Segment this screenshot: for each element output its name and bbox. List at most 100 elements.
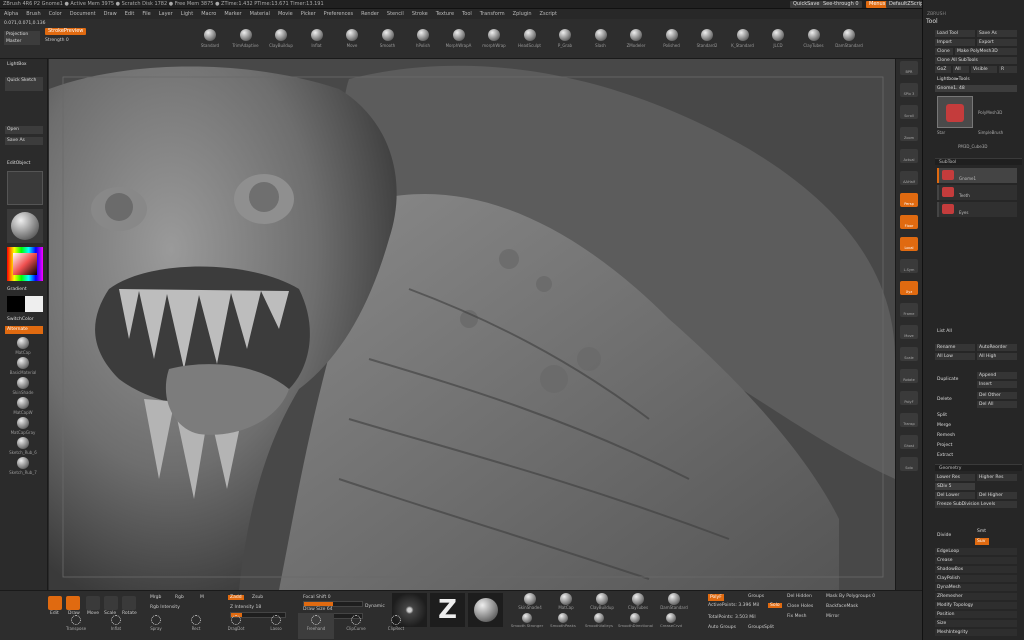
suv-toggle[interactable]: Suv: [975, 538, 989, 545]
lower-res-button[interactable]: Lower Res: [935, 474, 975, 481]
brush-smooth[interactable]: Smooth: [374, 29, 402, 48]
scale-mode-button[interactable]: [104, 596, 118, 610]
menu-item-draw[interactable]: Draw: [100, 9, 121, 19]
stroke-preview-button[interactable]: StrokePreview: [45, 28, 87, 35]
del-other-button[interactable]: Del Other: [977, 392, 1017, 399]
menu-item-transform[interactable]: Transform: [476, 9, 509, 19]
delete-button[interactable]: Delete: [935, 396, 975, 403]
nav-transp[interactable]: Transp: [900, 413, 918, 427]
menu-item-material[interactable]: Material: [246, 9, 274, 19]
save-as-button[interactable]: Save As: [5, 137, 43, 145]
nav-xyz[interactable]: Xyz: [900, 281, 918, 295]
brush-morphwrap[interactable]: morphWrap: [480, 29, 508, 48]
color-picker[interactable]: [7, 247, 43, 281]
brush-jlcd[interactable]: JLCD: [764, 29, 792, 48]
crease-subpalette[interactable]: Crease: [935, 557, 1017, 564]
menu-item-movie[interactable]: Movie: [274, 9, 297, 19]
open-button[interactable]: Open: [5, 126, 43, 134]
nav-solo[interactable]: Solo: [900, 457, 918, 471]
brush-standard2[interactable]: Standard2: [693, 29, 721, 48]
nav-aahalf[interactable]: AAHalf: [900, 171, 918, 185]
tool-thumb-polymesh3d[interactable]: PolyMesh3D: [978, 110, 1016, 115]
export-button[interactable]: Export: [977, 39, 1017, 46]
import-button[interactable]: Import: [935, 39, 975, 46]
nav-move[interactable]: Move: [900, 325, 918, 339]
position-subpalette[interactable]: Position: [935, 611, 1017, 618]
material-basicmaterial[interactable]: BasicMaterial: [9, 357, 37, 375]
lightbox-tools-button[interactable]: Lightbox▸Tools: [935, 76, 1017, 83]
del-lower-button[interactable]: Del Lower: [935, 492, 975, 499]
brush-polished[interactable]: Polished: [658, 29, 686, 48]
solo-button[interactable]: Solo: [768, 603, 782, 608]
brush-morphwrapa[interactable]: MorphWrapA: [445, 29, 473, 48]
zremesher-subpalette[interactable]: ZRemesher: [935, 593, 1017, 600]
quicksave-button[interactable]: QuickSave: [790, 1, 823, 8]
z-intensity-slider[interactable]: Z Intensity 18: [230, 605, 261, 610]
clone-all-subtools-button[interactable]: Clone All SubTools: [935, 57, 1017, 64]
edgeloop-subpalette[interactable]: EdgeLoop: [935, 548, 1017, 555]
subtool-teeth[interactable]: Teeth: [937, 185, 1017, 200]
groups-button[interactable]: Groups: [748, 594, 764, 599]
mesh-integrity-subpalette[interactable]: MeshIntegrity: [935, 629, 1017, 636]
menu-item-alpha[interactable]: Alpha: [0, 9, 22, 19]
split-button[interactable]: Split: [935, 412, 1017, 419]
stroke-tool-transpose[interactable]: Transpose: [58, 613, 94, 639]
smt-toggle[interactable]: Smt: [975, 528, 995, 535]
mrgb-button[interactable]: Mrgb: [150, 595, 161, 600]
lightbox-button[interactable]: LightBox: [5, 61, 43, 69]
stroke-tool-freehand[interactable]: Freehand: [298, 613, 334, 639]
brush-standard[interactable]: Standard: [196, 29, 224, 48]
stroke-tool-rect[interactable]: Rect: [178, 613, 214, 639]
stroke-tool-cliprect[interactable]: ClipRect: [378, 613, 414, 639]
m-button[interactable]: M: [200, 595, 204, 600]
nav-l-sym[interactable]: L.Sym: [900, 259, 918, 273]
material-matcapw[interactable]: MatCapW: [9, 397, 37, 415]
quick-brush-smoothpeaks[interactable]: SmoothPeaks: [546, 613, 580, 628]
current-tool-slider[interactable]: Gnome1. 48: [935, 85, 1017, 92]
material-matcap[interactable]: MatCap: [9, 337, 37, 355]
clone-button[interactable]: Clone: [935, 48, 953, 55]
brush-slash[interactable]: Slash: [587, 29, 615, 48]
quick-brush-smoothdirectional[interactable]: SmoothDirectional: [618, 613, 653, 628]
geometry-section-header[interactable]: Geometry: [935, 464, 1022, 471]
brush-p_grab[interactable]: P_Grab: [551, 29, 579, 48]
stroke-icon[interactable]: Z: [430, 593, 465, 627]
quick-brush-claybuildup[interactable]: ClayBuildup: [587, 593, 617, 610]
menu-item-light[interactable]: Light: [177, 9, 197, 19]
subtool-gnome1[interactable]: Gnome1: [937, 168, 1017, 183]
menu-item-render[interactable]: Render: [357, 9, 383, 19]
divide-button[interactable]: Divide: [935, 532, 965, 539]
nav-ghost[interactable]: Ghost: [900, 435, 918, 449]
quick-brush-creasecrvd[interactable]: CreaseCrvd: [654, 613, 688, 628]
strength-slider[interactable]: Strength 0: [45, 38, 69, 43]
visible-button[interactable]: Visible: [971, 66, 997, 73]
tool-thumb-star[interactable]: Star: [937, 130, 975, 135]
texture-icon[interactable]: [468, 593, 503, 627]
tool-thumb-simplebrush[interactable]: SimpleBrush: [978, 130, 1016, 135]
dynamic-button[interactable]: Dynamic: [365, 604, 385, 609]
menu-item-stroke[interactable]: Stroke: [408, 9, 432, 19]
menu-item-brush[interactable]: Brush: [22, 9, 44, 19]
menu-item-file[interactable]: File: [138, 9, 154, 19]
all-button[interactable]: All: [953, 66, 969, 73]
list-all-button[interactable]: List All: [935, 328, 975, 335]
nav-spix-3[interactable]: SPix 3: [900, 83, 918, 97]
rgb-button[interactable]: Rgb: [175, 595, 184, 600]
quick-sketch-button[interactable]: Quick Sketch: [5, 77, 43, 91]
nav-bpr[interactable]: BPR: [900, 61, 918, 75]
focal-shift-slider[interactable]: Focal Shift 0: [303, 595, 331, 600]
quick-brush-claytubes[interactable]: ClayTubes: [623, 593, 653, 610]
current-tool-thumbnail[interactable]: [937, 96, 973, 128]
nav-scroll[interactable]: Scroll: [900, 105, 918, 119]
menus-button[interactable]: Menus: [866, 1, 889, 8]
polyframe-button[interactable]: PolyF: [708, 594, 724, 601]
save-as-tool-button[interactable]: Save As: [977, 30, 1017, 37]
merge-button[interactable]: Merge: [935, 422, 1017, 429]
make-polymesh-button[interactable]: Make PolyMesh3D: [955, 48, 1017, 55]
stroke-tool-lasso[interactable]: Lasso: [258, 613, 294, 639]
r-button[interactable]: R: [999, 66, 1017, 73]
del-all-button[interactable]: Del All: [977, 401, 1017, 408]
mirror-button[interactable]: Mirror: [826, 614, 839, 619]
stroke-tool-clipcurve[interactable]: ClipCurve: [338, 613, 374, 639]
close-holes-button[interactable]: Close Holes: [787, 604, 813, 609]
